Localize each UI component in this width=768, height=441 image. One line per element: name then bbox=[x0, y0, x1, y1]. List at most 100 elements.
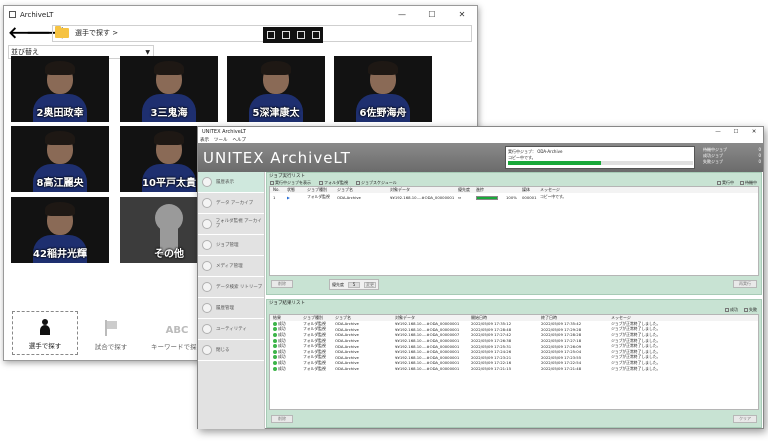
maximize-button[interactable]: ☐ bbox=[727, 129, 745, 135]
player-name: 5深津康太 bbox=[252, 108, 300, 119]
toolbar-tool-icon[interactable] bbox=[266, 30, 275, 39]
minimize-button[interactable]: — bbox=[709, 129, 727, 135]
maximize-button[interactable]: ☐ bbox=[417, 10, 447, 19]
job-status-box: 実行中ジョブ： ODA-Archive コピー中です。 bbox=[505, 146, 695, 169]
toolbar-download-icon[interactable] bbox=[281, 30, 290, 39]
cell-end: 2022/05/09 17:25:04 bbox=[541, 349, 582, 355]
cell-name: ODA-Archive bbox=[335, 321, 359, 327]
cell-name: ODA-Archive bbox=[335, 360, 359, 366]
table-row[interactable]: 1 ▶ フォルダ監視 ODA-Archive ¥¥192.168.10....#… bbox=[270, 193, 758, 201]
result-delete-button[interactable]: 削除 bbox=[271, 415, 293, 423]
cell-name: ODA-Archive bbox=[335, 338, 359, 344]
toolbar-upload-icon[interactable] bbox=[311, 30, 320, 39]
sidebar-item-data-search[interactable]: データ検索 リトリーブ bbox=[198, 277, 264, 298]
cell-start: 2022/05/09 17:24:26 bbox=[471, 349, 512, 355]
job-rerun-button[interactable]: 再実行 bbox=[733, 280, 757, 288]
check-success[interactable]: 成功 bbox=[725, 307, 738, 313]
cell-name: ODA-Archive bbox=[335, 354, 359, 360]
minimize-button[interactable]: — bbox=[387, 10, 417, 19]
cell-no: 1 bbox=[273, 194, 276, 200]
row-progress-fill bbox=[477, 196, 497, 199]
sidebar-item-data-archive[interactable]: データ アーカイブ bbox=[198, 193, 264, 214]
player-card[interactable]: 3三鬼海 bbox=[120, 56, 218, 122]
cell-end: 2022/05/09 17:35:42 bbox=[541, 321, 582, 327]
success-icon bbox=[273, 366, 277, 371]
sidebar-item-folder-watch[interactable]: フォルダ監視 アーカイブ bbox=[198, 214, 264, 235]
player-photo-hair bbox=[261, 61, 291, 75]
counter-label: 失敗ジョブ bbox=[703, 159, 723, 164]
sidebar-item-history-management[interactable]: 履歴管理 bbox=[198, 298, 264, 319]
check-label: 待機中 bbox=[745, 180, 757, 185]
priority-input[interactable]: 5 bbox=[348, 281, 360, 288]
player-name: 3三鬼海 bbox=[150, 108, 188, 119]
check-failed[interactable]: 失敗 bbox=[744, 307, 757, 313]
person-icon bbox=[40, 319, 50, 335]
cell-end: 2022/05/09 17:27:18 bbox=[541, 338, 582, 344]
status-progress-bar bbox=[508, 161, 693, 165]
menu-view[interactable]: 表示 bbox=[200, 137, 209, 143]
cell-start: 2022/05/09 17:26:38 bbox=[471, 338, 512, 344]
close-button[interactable]: ✕ bbox=[447, 10, 477, 19]
cell-start: 2022/05/09 17:35:12 bbox=[471, 321, 512, 327]
unitex-window-front[interactable]: UNITEX ArchiveLT — ☐ ✕ 表示 ツール ヘルプ UNITEX… bbox=[197, 126, 764, 429]
sidebar-item-label: フォルダ監視 アーカイブ bbox=[215, 219, 262, 229]
cell-result: 成功 bbox=[273, 366, 303, 372]
toolbar-window-icon[interactable] bbox=[296, 30, 305, 39]
cell-end: 2022/05/09 17:22:54 bbox=[541, 360, 582, 366]
counter-failed: 失敗ジョブ 0 bbox=[703, 159, 761, 165]
breadcrumb-text[interactable]: 選手で探す > bbox=[75, 28, 118, 38]
player-card[interactable]: 42稲井光輝 bbox=[11, 197, 109, 263]
menu-help[interactable]: ヘルプ bbox=[233, 137, 247, 143]
search-by-match-button[interactable]: 試合で探す bbox=[78, 311, 144, 355]
sidebar-item-job-management[interactable]: ジョブ管理 bbox=[198, 235, 264, 256]
floating-toolbar bbox=[263, 26, 323, 43]
success-icon bbox=[273, 344, 277, 349]
title-bar: UNITEX ArchiveLT — ☐ ✕ bbox=[198, 127, 763, 136]
menu-tools[interactable]: ツール bbox=[214, 137, 228, 143]
cell-end: 2022/05/09 17:26:09 bbox=[541, 343, 582, 349]
cell-target: ¥¥192.168.10....#ODA_00000001 bbox=[395, 360, 460, 366]
status-progress-fill bbox=[508, 161, 601, 165]
chevron-down-icon: ▼ bbox=[145, 48, 150, 56]
sidebar-item-close[interactable]: 閉じる bbox=[198, 340, 264, 361]
close-button[interactable]: ✕ bbox=[745, 129, 763, 135]
checkbox-icon bbox=[740, 181, 744, 185]
cell-target: ¥¥192.168.10....#ODA_00000001 bbox=[390, 194, 455, 200]
column-header: 対象データ bbox=[390, 187, 410, 192]
result-label: 成功 bbox=[278, 365, 286, 371]
priority-change-button[interactable]: 変更 bbox=[364, 281, 376, 288]
filter-label: ジョブスケジュール bbox=[361, 180, 397, 185]
result-label: 成功 bbox=[278, 326, 286, 332]
cell-type: フォルダ監視 bbox=[307, 194, 330, 199]
job-delete-button[interactable]: 削除 bbox=[271, 280, 293, 288]
player-card[interactable]: 6佐野海舟 bbox=[334, 56, 432, 122]
checkbox-icon bbox=[744, 308, 748, 312]
window-controls: — ☐ ✕ bbox=[387, 10, 477, 19]
sidebar-item-utility[interactable]: ユーティリティ bbox=[198, 319, 264, 340]
sidebar-item-history-view[interactable]: 履歴表示 bbox=[198, 172, 264, 193]
forward-arrow-icon[interactable]: 🡒 bbox=[26, 25, 69, 41]
back-arrow-icon[interactable]: 🡐 bbox=[8, 25, 51, 41]
cell-target: ¥¥192.168.10....#ODA_00000001 bbox=[395, 366, 460, 372]
player-card[interactable]: 2奥田政幸 bbox=[11, 56, 109, 122]
play-icon: ▶ bbox=[287, 194, 290, 200]
column-header: 状態 bbox=[287, 187, 295, 192]
success-icon bbox=[273, 349, 277, 354]
check-label: 失敗 bbox=[749, 307, 757, 312]
sidebar-item-label: ユーティリティ bbox=[216, 326, 247, 332]
success-icon bbox=[273, 355, 277, 360]
check-label: 実行中 bbox=[722, 180, 734, 185]
cell-name: ODA-Archive bbox=[335, 326, 359, 332]
title-bar: ArchiveLT — ☐ ✕ bbox=[4, 6, 477, 23]
player-card[interactable]: 5深津康太 bbox=[227, 56, 325, 122]
window-controls: — ☐ ✕ bbox=[709, 129, 763, 135]
table-row[interactable]: 成功 フォルダ監視 ODA-Archive ¥¥192.168.10....#ODA_… bbox=[270, 366, 758, 372]
sidebar: 履歴表示 データ アーカイブ フォルダ監視 アーカイブ ジョブ管理 メディア管理… bbox=[198, 172, 265, 429]
sidebar-item-label: 履歴表示 bbox=[216, 179, 234, 185]
sidebar-item-media-management[interactable]: メディア管理 bbox=[198, 256, 264, 277]
column-header: 終了日時 bbox=[541, 315, 557, 320]
player-card[interactable]: 8高江麗央 bbox=[11, 126, 109, 192]
search-by-player-button[interactable]: 選手で探す bbox=[12, 311, 78, 355]
result-clear-button[interactable]: クリア bbox=[733, 415, 757, 423]
success-icon bbox=[273, 332, 277, 337]
